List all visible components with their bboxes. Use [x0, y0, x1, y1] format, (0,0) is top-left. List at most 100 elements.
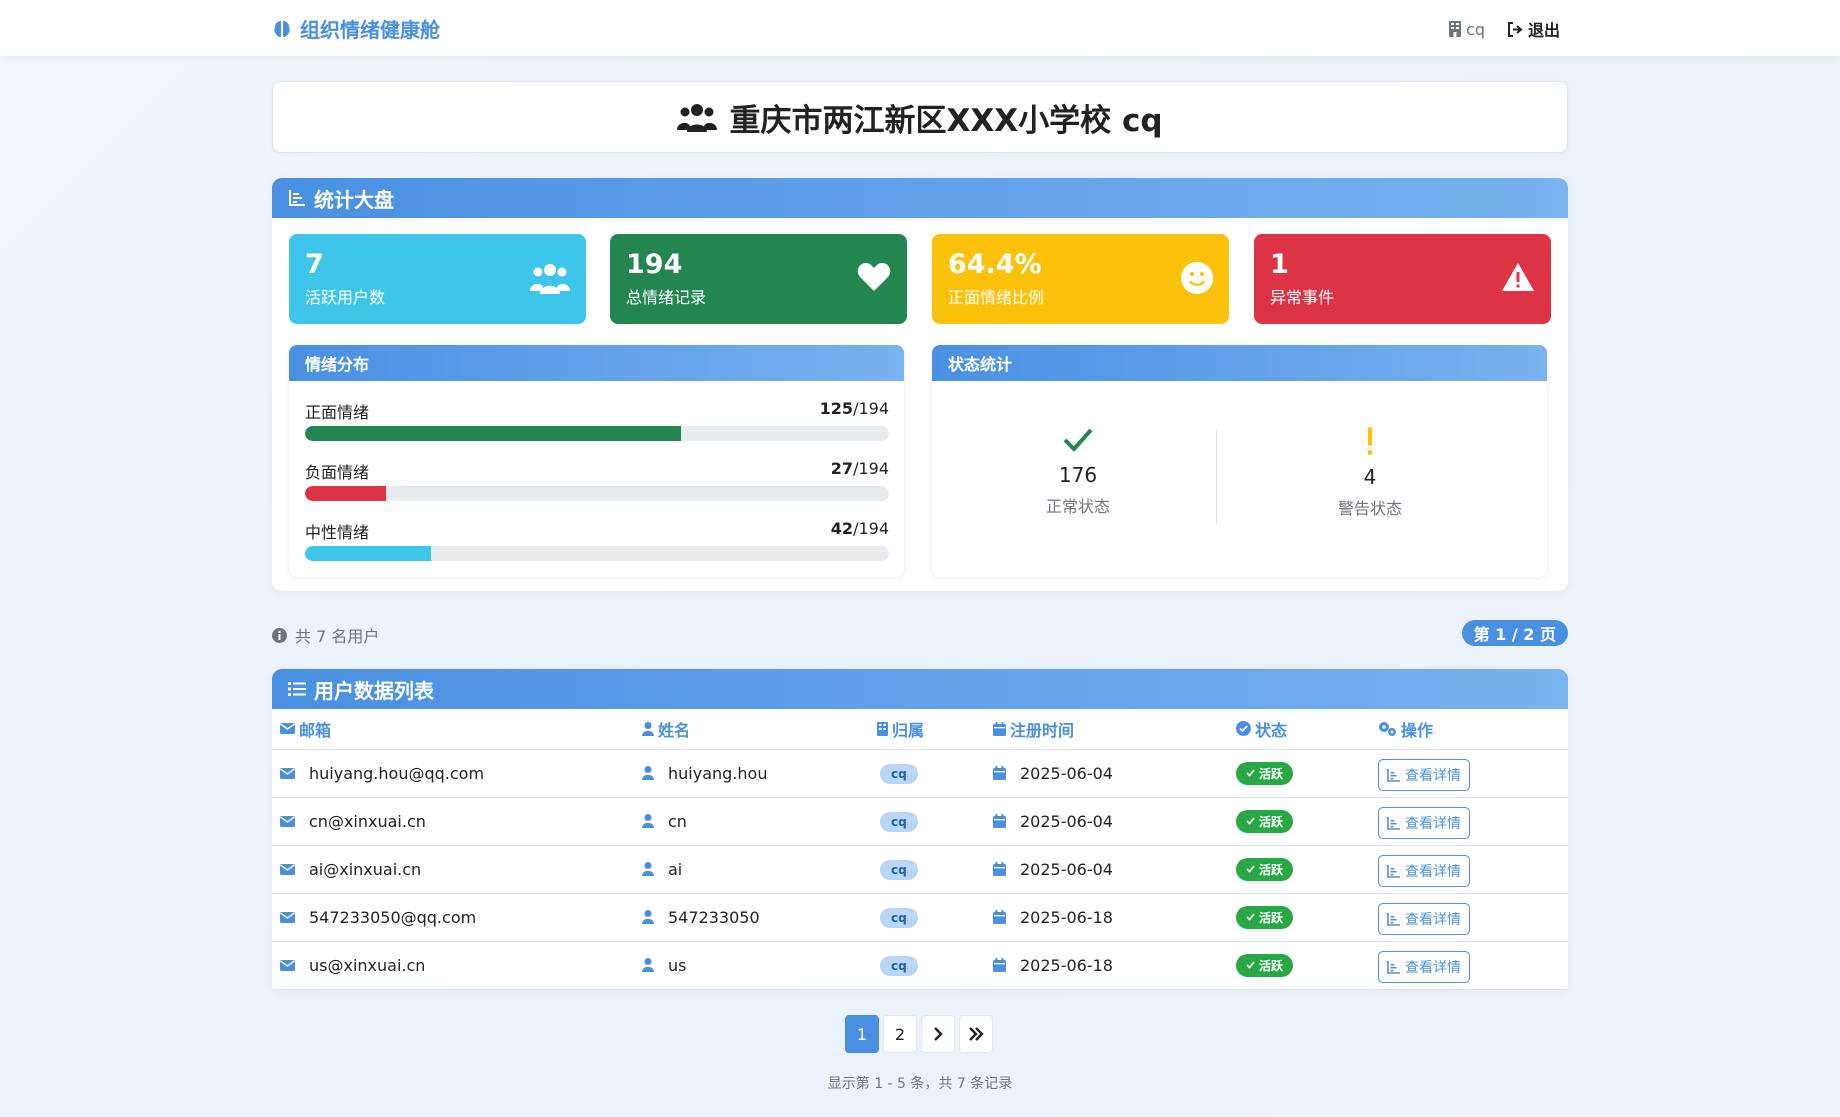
cell-date: 2025-06-04: [985, 749, 1228, 798]
chevron-right-icon: [934, 1027, 943, 1041]
user-table-body: huiyang.hou@qq.com huiyang.hou cq 2025-06-0…: [272, 749, 1568, 990]
envelope-icon: [280, 959, 295, 971]
cell-email: huiyang.hou@qq.com: [272, 749, 634, 798]
user-icon: [642, 814, 654, 828]
page-button-2[interactable]: 2: [883, 1015, 917, 1053]
cell-org: cq: [869, 749, 985, 798]
view-details-button[interactable]: 查看详情: [1378, 759, 1470, 791]
check-icon: [1063, 428, 1093, 452]
view-details-button[interactable]: 查看详情: [1378, 855, 1470, 887]
user-email: 547233050@qq.com: [309, 907, 477, 927]
nav-school[interactable]: cq: [1449, 20, 1485, 39]
emotion-count: 27/194: [830, 459, 889, 478]
org-badge: cq: [880, 907, 918, 928]
table-row: ai@xinxuai.cn ai cq 2025-06-04 活跃 查看详情: [272, 845, 1568, 894]
cell-actions: 查看详情: [1370, 845, 1568, 894]
user-icon: [642, 910, 654, 924]
column-status[interactable]: 状态: [1228, 709, 1370, 750]
page-indicator-badge: 第 1 / 2 页: [1461, 620, 1568, 646]
progress-track: [305, 486, 889, 501]
user-table-panel: 用户数据列表 邮箱 姓名 归属 注册时间 状态 操作 huiyang.hou@q…: [272, 669, 1568, 990]
brain-icon: [274, 20, 290, 37]
cell-status: 活跃: [1228, 845, 1370, 894]
cell-name: ai: [634, 845, 869, 894]
check-icon: [1246, 769, 1255, 777]
stat-value: 64.4%: [948, 249, 1042, 280]
check-circle-icon: [1236, 721, 1251, 737]
stat-value: 194: [626, 249, 683, 280]
registered-date: 2025-06-18: [1020, 907, 1113, 927]
chart-icon: [289, 190, 305, 206]
stat-label: 总情绪记录: [626, 288, 707, 307]
view-details-button[interactable]: 查看详情: [1378, 807, 1470, 839]
page-button-1[interactable]: 1: [845, 1015, 879, 1053]
emotion-count: 42/194: [830, 519, 889, 538]
status-normal-value: 176: [1058, 463, 1098, 487]
progress-fill: [305, 546, 432, 561]
status-warning-value: 4: [1363, 465, 1377, 489]
check-icon: [1246, 913, 1255, 921]
cell-actions: 查看详情: [1370, 893, 1568, 942]
registered-date: 2025-06-04: [1020, 859, 1113, 879]
column-email[interactable]: 邮箱: [272, 709, 634, 750]
chart-icon: [1387, 816, 1400, 830]
column-org[interactable]: 归属: [869, 709, 985, 750]
check-icon: [1246, 961, 1255, 969]
next-page-button[interactable]: [921, 1015, 955, 1053]
view-details-button[interactable]: 查看详情: [1378, 951, 1470, 983]
user-icon: [642, 958, 654, 972]
cell-date: 2025-06-04: [985, 845, 1228, 894]
column-actions[interactable]: 操作: [1370, 709, 1568, 750]
total-users-info: 共 7 名用户: [272, 623, 379, 647]
logout-label: 退出: [1527, 21, 1560, 40]
view-details-button[interactable]: 查看详情: [1378, 903, 1470, 935]
user-icon: [642, 766, 654, 780]
registered-date: 2025-06-04: [1020, 763, 1113, 783]
statistics-heading: 统计大盘: [314, 187, 394, 212]
org-badge: cq: [880, 859, 918, 880]
brand-link[interactable]: 组织情绪健康舱: [272, 14, 440, 43]
calendar-icon: [993, 958, 1006, 972]
cell-org: cq: [869, 941, 985, 990]
pagination-summary: 显示第 1 - 5 条，共 7 条记录: [827, 1076, 1013, 1092]
emotion-bar-neutral: 中性情绪 42/194: [305, 519, 889, 561]
user-name: us: [668, 955, 687, 975]
user-email: ai@xinxuai.cn: [309, 859, 422, 879]
emotion-count: 125/194: [819, 399, 889, 418]
chart-icon: [1387, 960, 1400, 974]
envelope-icon: [280, 815, 295, 827]
status-badge: 活跃: [1236, 761, 1294, 785]
cell-email: us@xinxuai.cn: [272, 941, 634, 990]
column-registered[interactable]: 注册时间: [985, 709, 1228, 750]
table-row: 547233050@qq.com 547233050 cq 2025-06-18 活跃 查…: [272, 893, 1568, 942]
chart-icon: [1387, 768, 1400, 782]
navbar: 组织情绪健康舱 cq 退出: [0, 0, 1840, 56]
emotion-distribution-heading: 情绪分布: [289, 345, 904, 381]
envelope-icon: [280, 911, 295, 923]
column-name[interactable]: 姓名: [634, 709, 869, 750]
chart-icon: [1387, 912, 1400, 926]
cell-actions: 查看详情: [1370, 797, 1568, 846]
status-divider: [1216, 429, 1217, 525]
building-icon: [877, 721, 888, 736]
table-header-row: 邮箱 姓名 归属 注册时间 状态 操作: [272, 709, 1568, 750]
user-email: cn@xinxuai.cn: [309, 811, 426, 831]
cell-status: 活跃: [1228, 749, 1370, 798]
exclamation-icon: [1368, 427, 1372, 455]
emotion-bar-positive: 正面情绪 125/194: [305, 399, 889, 441]
org-title-card: 重庆市两江新区XXX小学校 cq: [272, 81, 1568, 153]
stat-card-total-records: 194 总情绪记录: [610, 234, 907, 324]
stat-label: 异常事件: [1270, 288, 1335, 307]
logout-button[interactable]: 退出: [1507, 17, 1560, 41]
envelope-icon: [280, 863, 295, 875]
cell-date: 2025-06-18: [985, 941, 1228, 990]
cell-name: 547233050: [634, 893, 869, 942]
warning-icon: [1502, 263, 1534, 291]
cell-org: cq: [869, 893, 985, 942]
user-email: us@xinxuai.cn: [309, 955, 426, 975]
cell-date: 2025-06-04: [985, 797, 1228, 846]
cell-status: 活跃: [1228, 797, 1370, 846]
last-page-button[interactable]: [959, 1015, 993, 1053]
heart-icon: [857, 263, 891, 291]
cell-email: cn@xinxuai.cn: [272, 797, 634, 846]
